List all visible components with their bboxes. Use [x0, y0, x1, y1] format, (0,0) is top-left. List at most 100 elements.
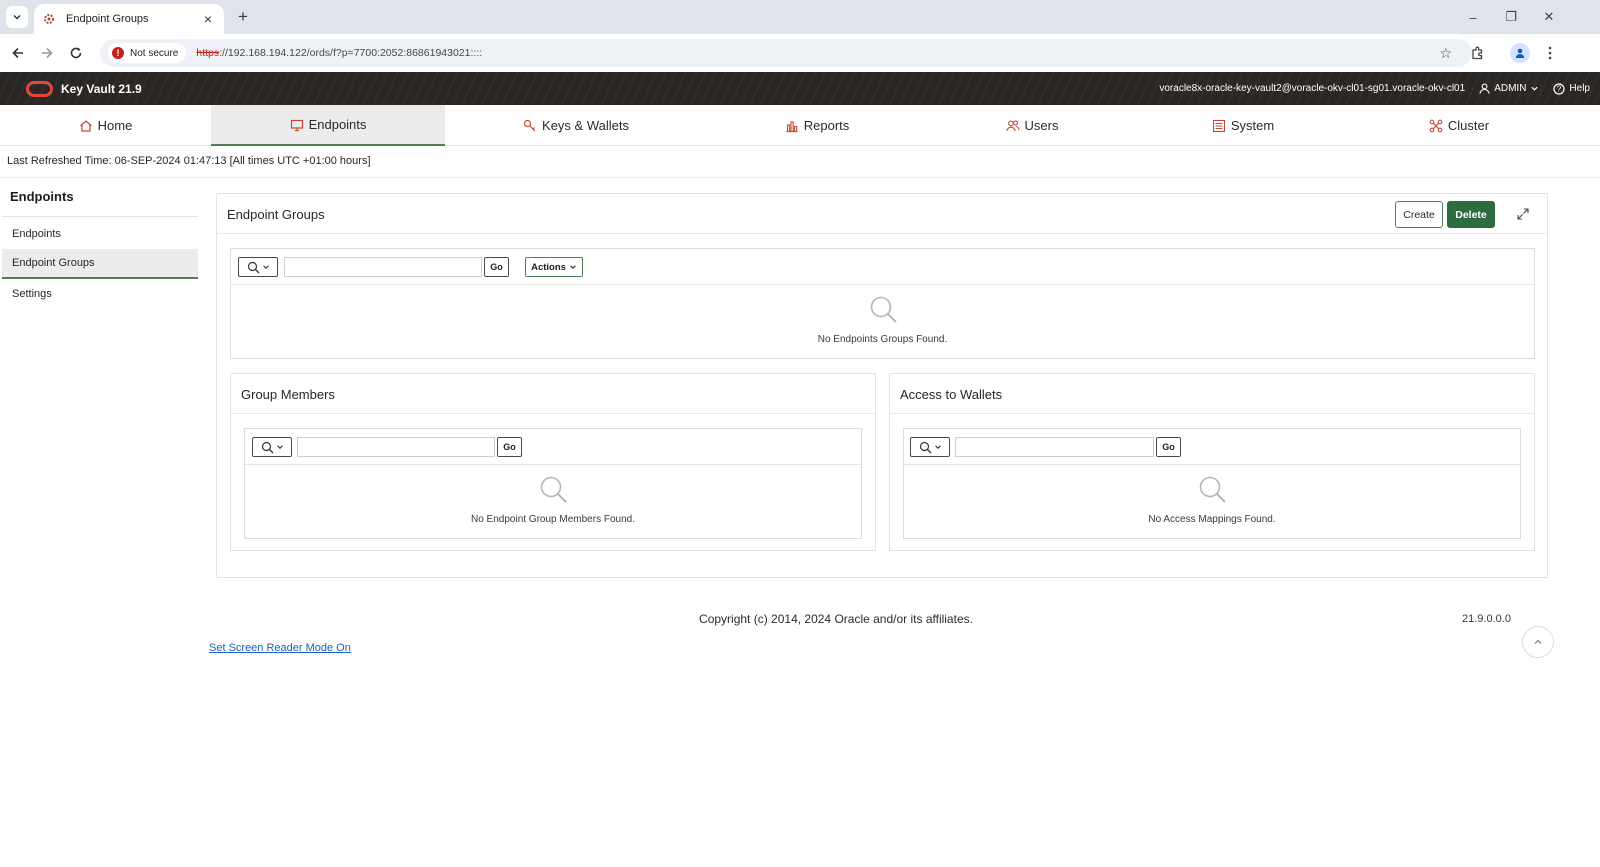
report-toolbar: Go — [245, 429, 861, 465]
chevron-down-icon — [1531, 86, 1539, 91]
address-bar[interactable]: ! Not secure https://192.168.194.122/ord… — [100, 39, 1472, 67]
tab-close-icon[interactable]: × — [200, 11, 216, 27]
restore-icon[interactable]: ❐ — [1502, 8, 1520, 26]
sidebar-item-endpoints[interactable]: Endpoints — [2, 219, 198, 249]
search-column-select[interactable] — [238, 257, 278, 277]
gear-favicon-icon — [44, 14, 54, 24]
key-icon — [523, 119, 536, 131]
search-icon — [919, 441, 931, 453]
access-to-wallets-title: Access to Wallets — [900, 387, 1003, 402]
report-toolbar: Go — [904, 429, 1520, 465]
help-label: Help — [1569, 83, 1590, 94]
extensions-icon[interactable] — [1467, 43, 1487, 63]
expand-icon[interactable] — [1513, 204, 1533, 224]
search-column-select[interactable] — [910, 437, 950, 457]
access-to-wallets-region: Access to Wallets Go No Access Mappings … — [889, 373, 1535, 551]
tab-cluster[interactable]: Cluster — [1349, 105, 1569, 146]
chevron-down-icon — [276, 445, 283, 449]
empty-search-icon — [540, 476, 567, 503]
screen-reader-link[interactable]: Set Screen Reader Mode On — [209, 642, 351, 654]
profile-icon[interactable] — [1510, 43, 1530, 63]
empty-message: No Access Mappings Found. — [1148, 514, 1276, 525]
search-icon — [261, 441, 273, 453]
tab-reports[interactable]: Reports — [707, 105, 927, 146]
svg-text:?: ? — [1557, 84, 1562, 93]
search-icon — [247, 261, 259, 273]
last-refreshed-text: Last Refreshed Time: 06-SEP-2024 01:47:1… — [7, 155, 371, 167]
reload-icon[interactable] — [66, 43, 86, 63]
tab-users[interactable]: Users — [927, 105, 1137, 146]
empty-search-icon — [870, 296, 897, 323]
sidebar-divider — [2, 216, 198, 217]
minimize-icon[interactable]: – — [1464, 8, 1482, 26]
close-window-icon[interactable]: ✕ — [1540, 8, 1558, 26]
help-link[interactable]: ? Help — [1553, 82, 1590, 95]
app-title: Key Vault 21.9 — [61, 81, 142, 96]
home-icon — [79, 119, 92, 132]
empty-message: No Endpoint Group Members Found. — [471, 514, 635, 525]
tab-reports-label: Reports — [803, 118, 850, 133]
chevron-down-icon — [13, 14, 21, 20]
host-label: voracle8x-oracle-key-vault2@voracle-okv-… — [1159, 83, 1466, 94]
version-text: 21.9.0.0.0 — [1462, 613, 1511, 625]
go-button[interactable]: Go — [1156, 437, 1181, 457]
tab-users-label: Users — [1024, 118, 1059, 133]
search-input[interactable] — [297, 437, 495, 457]
endpoint-groups-title: Endpoint Groups — [227, 207, 325, 222]
chevron-down-icon — [262, 265, 269, 269]
actions-menu-button[interactable]: Actions — [525, 257, 583, 277]
back-icon[interactable] — [8, 43, 28, 63]
delete-button[interactable]: Delete — [1447, 201, 1495, 228]
user-icon — [1479, 83, 1490, 94]
empty-search-icon — [1199, 476, 1226, 503]
warning-icon: ! — [112, 47, 124, 59]
tab-keys-wallets-label: Keys & Wallets — [542, 118, 629, 133]
search-column-select[interactable] — [252, 437, 292, 457]
forward-icon[interactable] — [37, 43, 57, 63]
user-menu[interactable]: ADMIN — [1479, 83, 1539, 94]
tab-endpoints[interactable]: Endpoints — [211, 105, 445, 146]
main-nav: Home Endpoints Keys & Wallets Reports Us… — [0, 105, 1600, 146]
url-text: https://192.168.194.122/ords/f?p=7700:20… — [196, 47, 482, 59]
url-scheme: https — [196, 47, 220, 59]
chevron-up-icon — [1534, 639, 1542, 644]
sidebar-item-settings[interactable]: Settings — [2, 279, 198, 309]
divider — [0, 177, 1600, 178]
tab-search-button[interactable] — [6, 6, 28, 28]
browser-toolbar: ! Not secure https://192.168.194.122/ord… — [0, 34, 1600, 72]
search-input[interactable] — [955, 437, 1154, 457]
not-secure-chip[interactable]: ! Not secure — [108, 43, 187, 63]
tab-cluster-label: Cluster — [1447, 118, 1490, 133]
cluster-icon — [1429, 119, 1443, 132]
empty-message: No Endpoints Groups Found. — [817, 334, 948, 345]
browser-menu-icon[interactable] — [1540, 43, 1560, 63]
tab-keys-wallets[interactable]: Keys & Wallets — [445, 105, 707, 146]
bar-chart-icon — [786, 120, 798, 132]
help-icon: ? — [1553, 82, 1566, 95]
copyright-text: Copyright (c) 2014, 2024 Oracle and/or i… — [699, 612, 973, 626]
not-secure-label: Not secure — [130, 47, 179, 59]
chevron-down-icon — [570, 265, 576, 269]
user-name: ADMIN — [1494, 83, 1527, 94]
browser-tab[interactable]: Endpoint Groups × — [34, 4, 224, 34]
tab-home[interactable]: Home — [0, 105, 211, 146]
create-button[interactable]: Create — [1395, 201, 1443, 228]
region-divider — [890, 413, 1534, 414]
app-header: Key Vault 21.9 voracle8x-oracle-key-vaul… — [0, 72, 1600, 105]
new-tab-button[interactable]: + — [232, 6, 254, 28]
url-rest: ://192.168.194.122/ords/f?p=7700:2052:86… — [219, 47, 483, 59]
monitor-icon — [290, 119, 303, 131]
bookmark-star-icon[interactable]: ☆ — [1439, 45, 1452, 62]
access-to-wallets-report: Go No Access Mappings Found. — [903, 428, 1521, 539]
scroll-to-top-button[interactable] — [1522, 626, 1554, 658]
tab-endpoints-label: Endpoints — [308, 117, 367, 132]
tab-system[interactable]: System — [1137, 105, 1349, 146]
go-button[interactable]: Go — [497, 437, 522, 457]
sidebar-item-endpoint-groups[interactable]: Endpoint Groups — [2, 249, 198, 279]
group-members-report: Go No Endpoint Group Members Found. — [244, 428, 862, 539]
endpoint-groups-report: Go Actions No Endpoints Groups Found. — [230, 248, 1535, 359]
actions-label: Actions — [531, 261, 566, 273]
endpoint-groups-region: Endpoint Groups Create Delete Go Actions… — [216, 193, 1548, 578]
go-button[interactable]: Go — [484, 257, 509, 277]
search-input[interactable] — [284, 257, 482, 277]
